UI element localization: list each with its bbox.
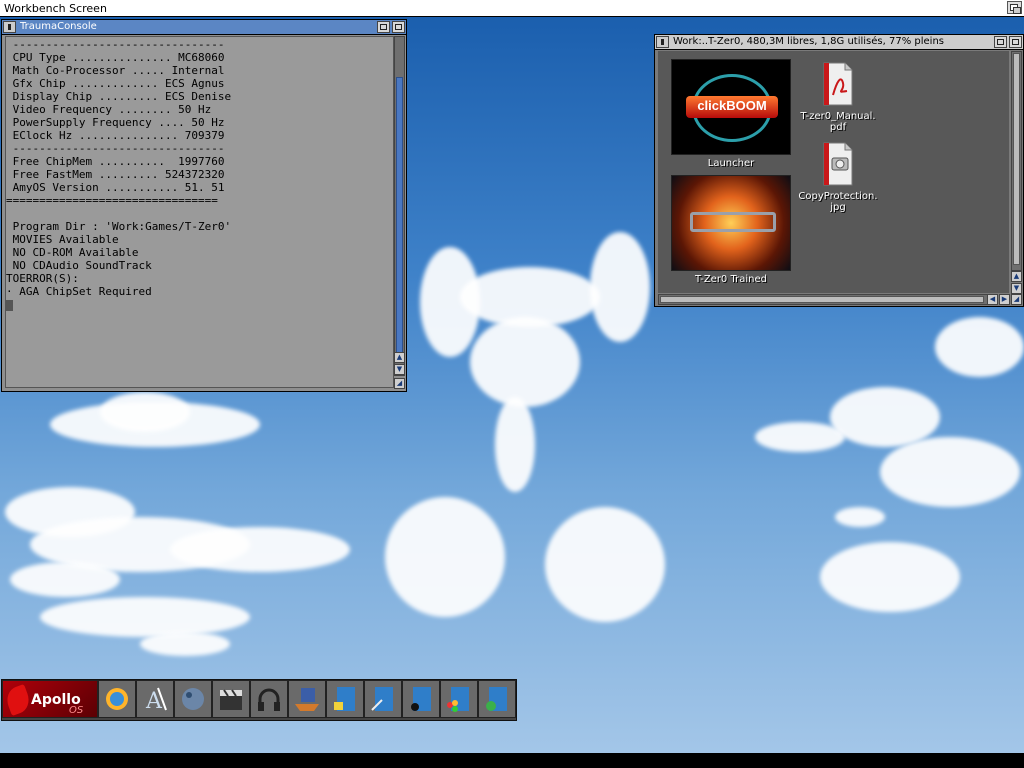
screen-bottom-border bbox=[0, 753, 1024, 768]
resize-gadget[interactable]: ◢ bbox=[394, 378, 405, 389]
scroll-knob[interactable] bbox=[396, 77, 403, 357]
drawer-title: Work:..T-Zer0, 480,3M libres, 1,8G utili… bbox=[673, 36, 944, 47]
drawer-contents[interactable]: clickBOOM Launcher T-Zer0 Trained T-zer0… bbox=[658, 51, 1009, 293]
console-line: Display Chip ......... ECS Denise bbox=[12, 90, 232, 103]
tzer0-fire-image bbox=[671, 175, 791, 271]
sun-globe-icon[interactable] bbox=[98, 680, 136, 718]
planet-icon[interactable] bbox=[174, 680, 212, 718]
disk-tray-icon[interactable] bbox=[288, 680, 326, 718]
console-line: TOERROR(S): bbox=[6, 272, 79, 285]
drawer-apps-icon[interactable] bbox=[440, 680, 478, 718]
launcher-icon[interactable]: clickBOOM Launcher bbox=[671, 59, 791, 169]
scroll-right-arrow-icon[interactable]: ▶ bbox=[999, 294, 1010, 305]
icon-label: CopyProtection. jpg bbox=[798, 191, 878, 213]
apollo-os-label: OS bbox=[69, 705, 84, 716]
headphones-icon[interactable] bbox=[250, 680, 288, 718]
scroll-up-arrow-icon[interactable]: ▲ bbox=[394, 352, 405, 363]
console-line: CPU Type ............... MC68060 bbox=[12, 51, 225, 64]
console-title: TraumaConsole bbox=[20, 21, 97, 32]
console-title-bar[interactable]: TraumaConsole bbox=[2, 20, 406, 35]
console-line: NO CD-ROM Available bbox=[12, 246, 139, 259]
drawer-globe-icon[interactable] bbox=[478, 680, 516, 718]
screen-title: Workbench Screen bbox=[4, 2, 107, 15]
depth-gadget[interactable] bbox=[1009, 36, 1022, 48]
pdf-file-icon bbox=[823, 62, 853, 106]
vertical-scrollbar[interactable] bbox=[394, 36, 405, 376]
drawer-window[interactable]: Work:..T-Zer0, 480,3M libres, 1,8G utili… bbox=[654, 34, 1024, 307]
drawer-disk-icon[interactable] bbox=[326, 680, 364, 718]
image-file-icon bbox=[823, 142, 853, 186]
screen-depth-gadget[interactable] bbox=[1007, 1, 1022, 14]
screen-title-bar: Workbench Screen bbox=[0, 0, 1024, 17]
text-cursor bbox=[6, 299, 13, 311]
drawer-title-bar[interactable]: Work:..T-Zer0, 480,3M libres, 1,8G utili… bbox=[655, 35, 1023, 50]
console-line: NO CDAudio SoundTrack bbox=[12, 259, 152, 272]
resize-gadget[interactable]: ◢ bbox=[1011, 294, 1022, 305]
console-line: -------------------------------- bbox=[12, 38, 225, 51]
depth-gadget[interactable] bbox=[392, 21, 405, 33]
clapperboard-icon[interactable] bbox=[212, 680, 250, 718]
scroll-down-arrow-icon[interactable]: ▼ bbox=[1011, 283, 1022, 294]
icon-label: T-zer0_Manual. pdf bbox=[800, 111, 876, 133]
console-line: MOVIES Available bbox=[12, 233, 119, 246]
console-line: AmyOS Version ........... 51. 51 bbox=[12, 181, 225, 194]
zoom-gadget[interactable] bbox=[994, 36, 1007, 48]
console-line: ================================ bbox=[6, 194, 218, 207]
scroll-knob[interactable] bbox=[1013, 53, 1020, 265]
console-output[interactable]: -------------------------------- CPU Typ… bbox=[5, 36, 394, 388]
zoom-gadget[interactable] bbox=[377, 21, 390, 33]
scroll-down-arrow-icon[interactable]: ▼ bbox=[394, 364, 405, 375]
manual-pdf-icon[interactable]: T-zer0_Manual. pdf bbox=[798, 61, 878, 133]
console-line: · AGA ChipSet Required bbox=[6, 285, 152, 298]
vertical-scrollbar[interactable] bbox=[1011, 51, 1022, 271]
close-gadget[interactable] bbox=[656, 36, 669, 48]
apollo-flame-icon bbox=[3, 684, 33, 716]
drawer-music-icon[interactable] bbox=[402, 680, 440, 718]
console-line: Free ChipMem .......... 1997760 bbox=[12, 155, 225, 168]
dock-bar: Apollo OS A bbox=[1, 679, 517, 721]
scroll-knob[interactable] bbox=[660, 296, 984, 303]
console-window[interactable]: TraumaConsole --------------------------… bbox=[1, 19, 407, 392]
console-line: Math Co-Processor ..... Internal bbox=[12, 64, 225, 77]
console-line: -------------------------------- bbox=[12, 142, 225, 155]
scroll-left-arrow-icon[interactable]: ◀ bbox=[987, 294, 998, 305]
text-editor-icon[interactable]: A bbox=[136, 680, 174, 718]
apollo-os-button[interactable]: Apollo OS bbox=[2, 680, 98, 718]
close-gadget[interactable] bbox=[3, 21, 16, 33]
console-line: Video Frequency ........ 50 Hz bbox=[12, 103, 212, 116]
tzer0-trained-icon[interactable]: T-Zer0 Trained bbox=[671, 175, 791, 285]
drawer-tools-icon[interactable] bbox=[364, 680, 402, 718]
console-text: -------------------------------- CPU Typ… bbox=[6, 38, 231, 311]
launcher-logo-text: clickBOOM bbox=[697, 98, 767, 113]
scroll-up-arrow-icon[interactable]: ▲ bbox=[1011, 271, 1022, 282]
icon-label: Launcher bbox=[707, 158, 755, 169]
copyprotection-jpg-icon[interactable]: CopyProtection. jpg bbox=[798, 141, 878, 213]
console-line: Program Dir : 'Work:Games/T-Zer0' bbox=[12, 220, 232, 233]
console-line: Free FastMem ......... 524372320 bbox=[12, 168, 225, 181]
console-line: PowerSupply Frequency .... 50 Hz bbox=[12, 116, 225, 129]
horizontal-scrollbar[interactable] bbox=[658, 294, 991, 305]
console-line: EClock Hz ............... 709379 bbox=[12, 129, 225, 142]
clickboom-logo-image: clickBOOM bbox=[671, 59, 791, 155]
icon-label: T-Zer0 Trained bbox=[695, 274, 767, 285]
console-line: Gfx Chip ............. ECS Agnus bbox=[12, 77, 225, 90]
